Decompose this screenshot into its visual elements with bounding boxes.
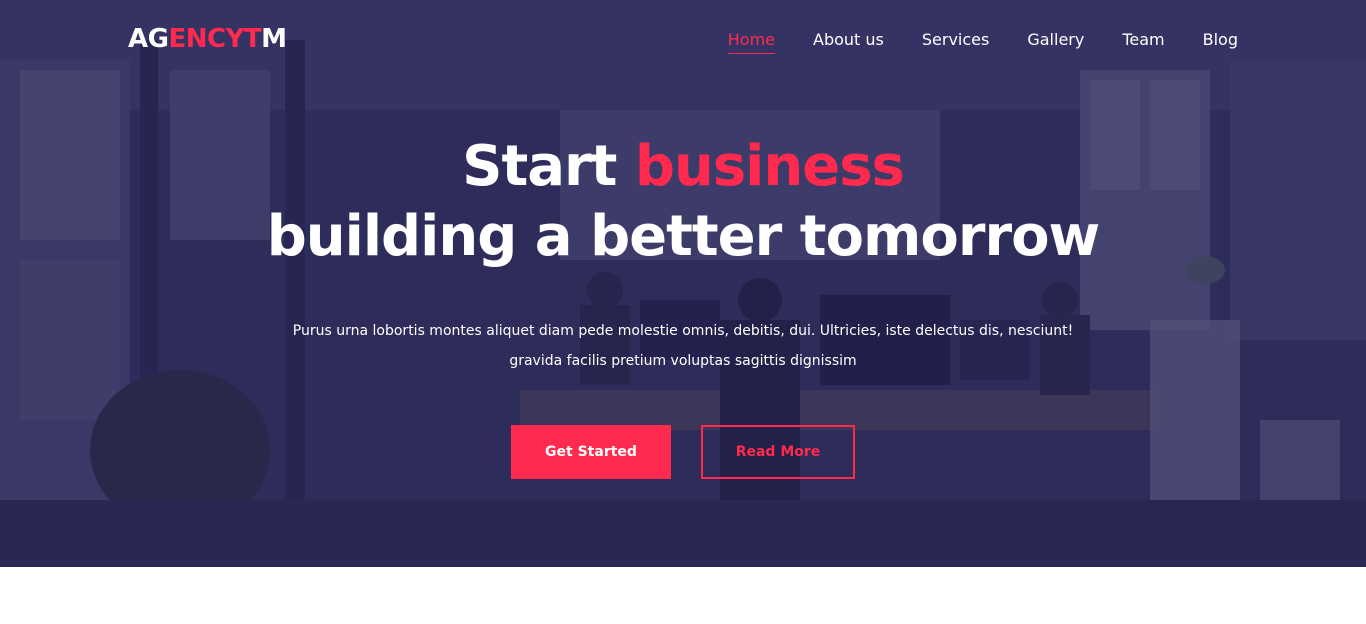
main-navigation: Home About us Services Gallery Team Blog (727, 30, 1238, 54)
hero-overlay (0, 0, 1366, 567)
nav-item-gallery[interactable]: Gallery (1027, 30, 1084, 54)
nav-item-services[interactable]: Services (922, 30, 989, 54)
brand-logo[interactable]: AGENCYTM (128, 24, 287, 54)
read-more-button[interactable]: Read More (701, 425, 855, 479)
nav-item-blog[interactable]: Blog (1203, 30, 1238, 54)
logo-prefix: AG (128, 24, 169, 54)
hero-headline: Start business building a better tomorro… (0, 132, 1366, 272)
headline-line-2: building a better tomorrow (266, 204, 1101, 269)
headline-accent: business (634, 134, 905, 199)
hero-description: Purus urna lobortis montes aliquet diam … (292, 323, 1074, 369)
nav-item-team[interactable]: Team (1122, 30, 1164, 54)
logo-suffix: M (261, 24, 287, 54)
headline-start: Start (462, 134, 617, 199)
hero-section: AGENCYTM Home About us Services Gallery … (0, 0, 1366, 567)
get-started-button[interactable]: Get Started (511, 425, 671, 479)
nav-item-about-us[interactable]: About us (813, 30, 884, 54)
nav-item-home[interactable]: Home (727, 30, 775, 54)
logo-accent: ENCYT (168, 24, 262, 54)
